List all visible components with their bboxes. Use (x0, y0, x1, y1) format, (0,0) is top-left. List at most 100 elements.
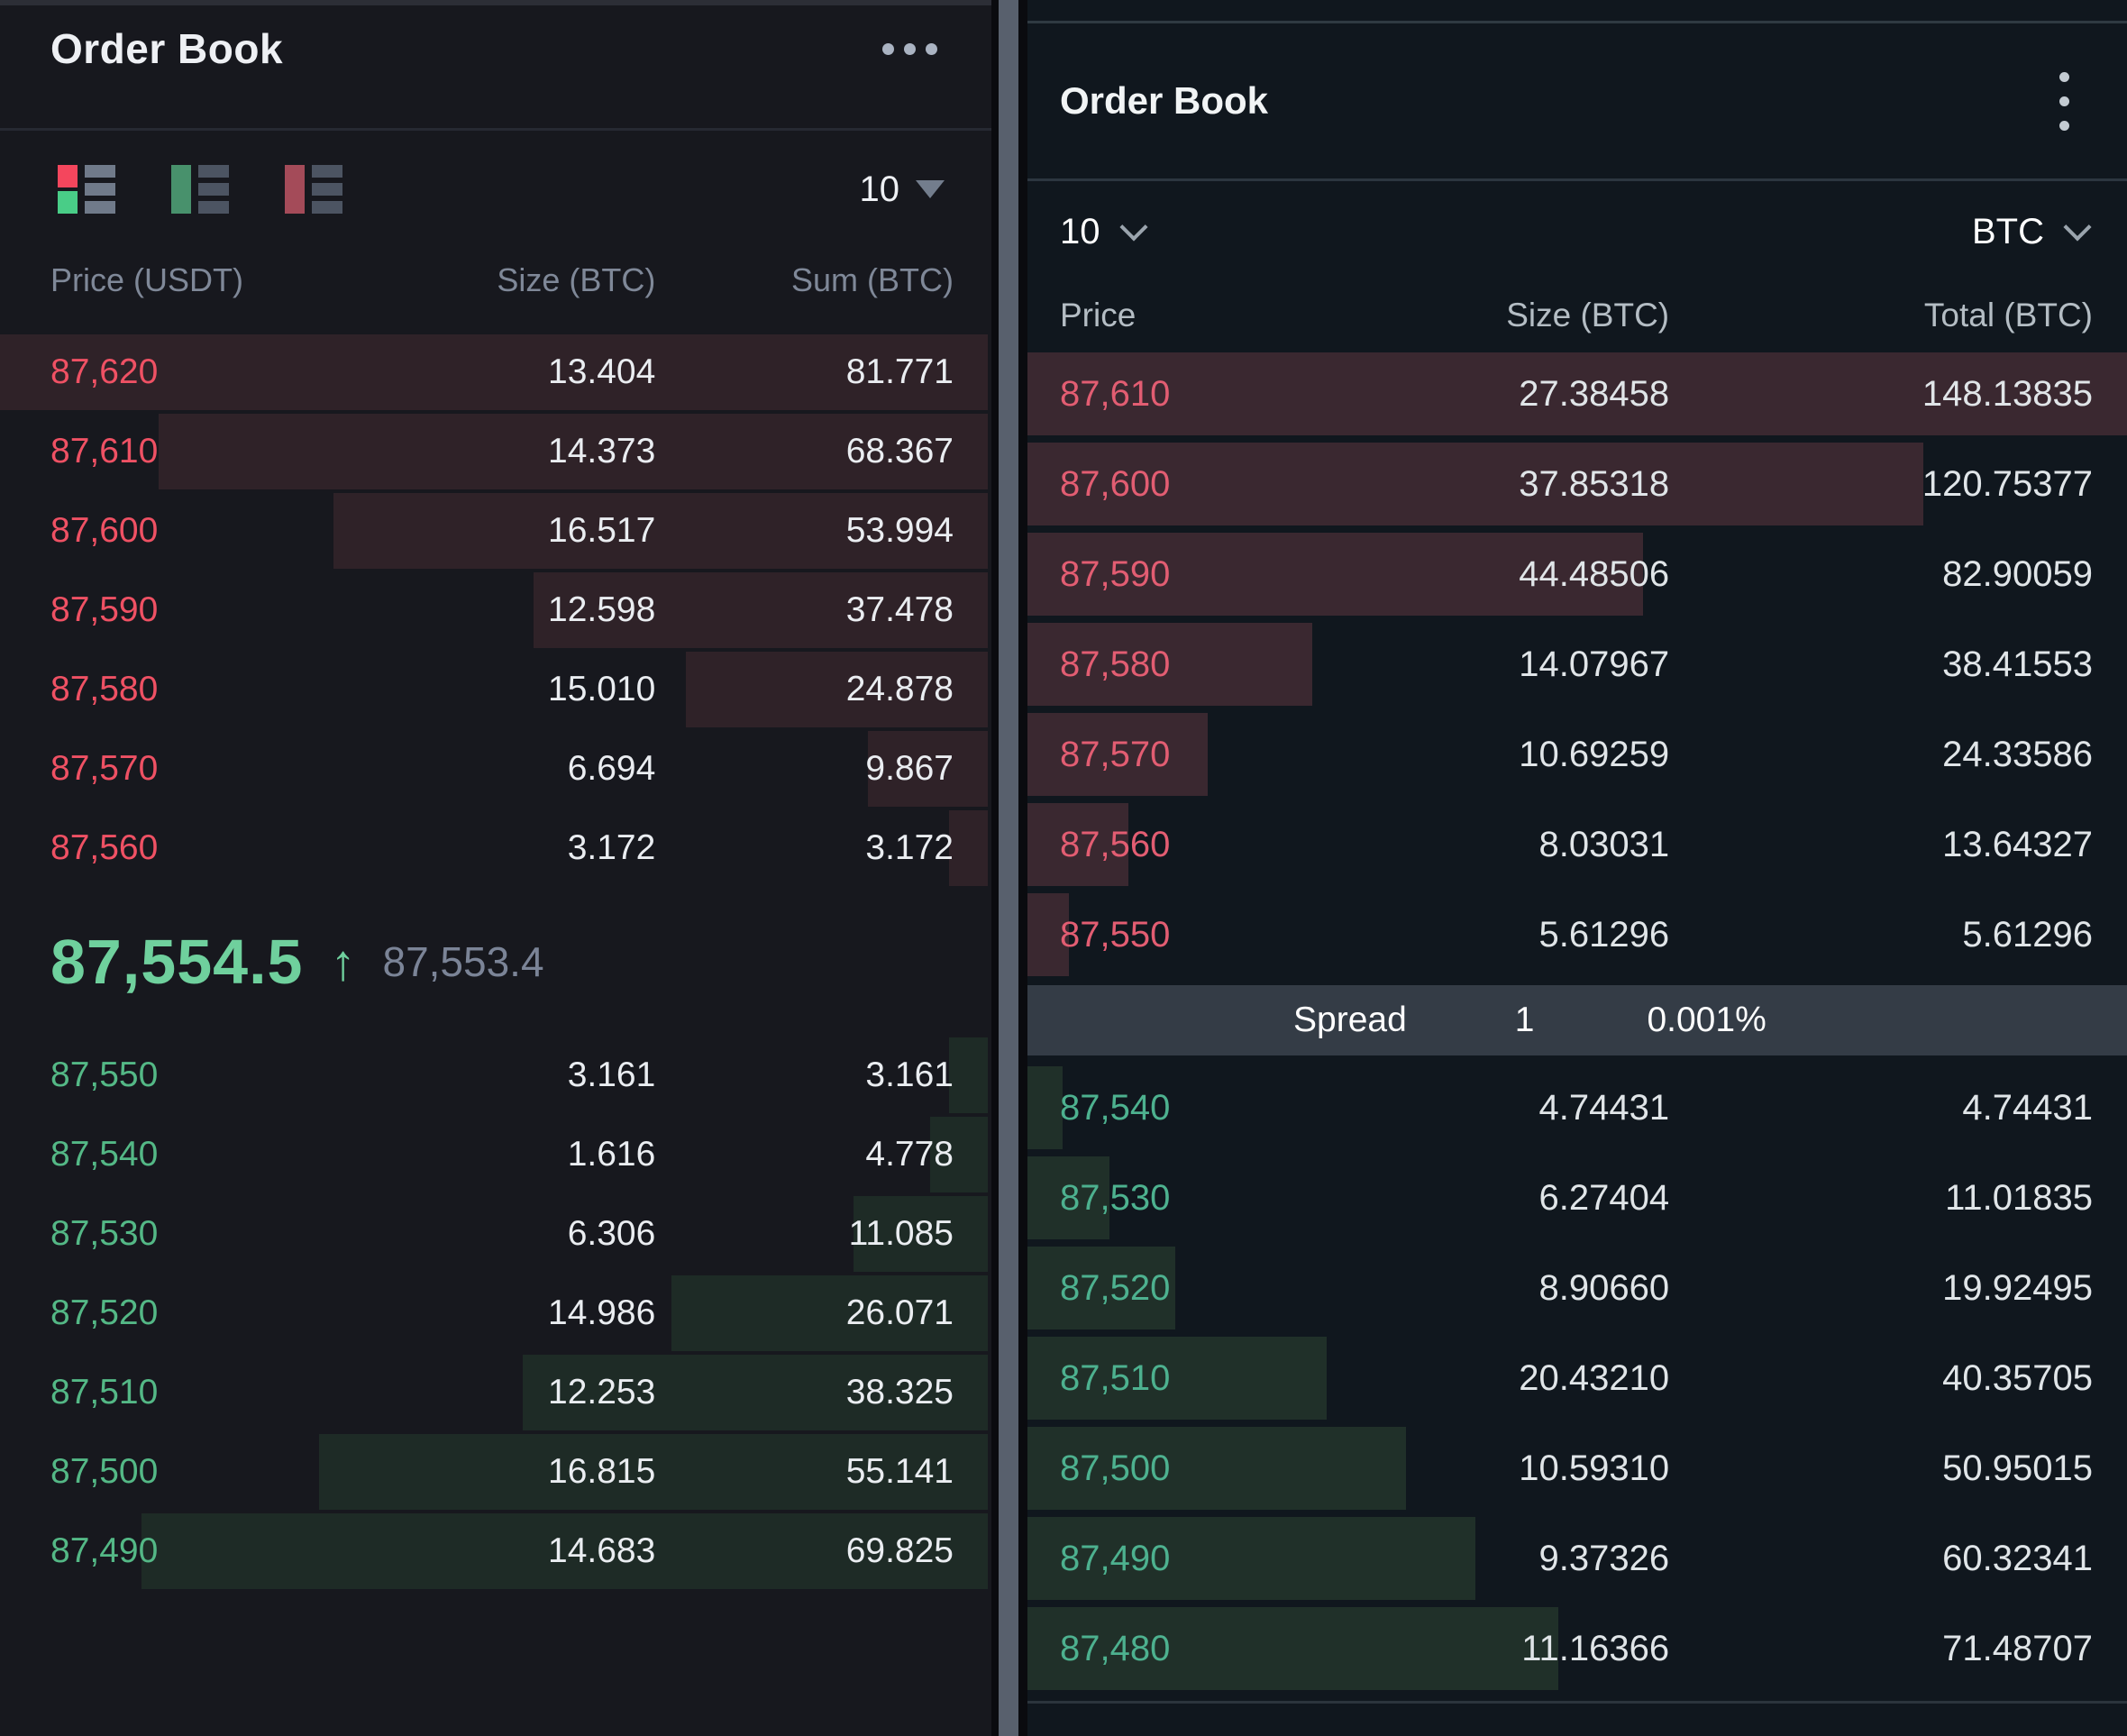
bid-row[interactable]: 87,48011.1636671.48707 (1027, 1604, 2127, 1694)
bid-row[interactable]: 87,5306.2740411.01835 (1027, 1153, 2127, 1243)
ask-row[interactable]: 87,59044.4850682.90059 (1027, 529, 2127, 619)
last-price-block[interactable]: 87,554.5 ↑ 87,553.4 (0, 888, 991, 1036)
price-cell: 87,490 (50, 1531, 358, 1571)
bids-view-bars (198, 165, 229, 214)
size-cell: 3.161 (358, 1055, 656, 1095)
price-column-header: Price (USDT) (50, 261, 358, 299)
ask-row[interactable]: 87,61027.38458148.13835 (1027, 349, 2127, 439)
price-cell: 87,590 (50, 590, 358, 630)
trading-order-books: Order Book 10 Price (USDT) (0, 0, 2127, 1736)
price-cell: 87,480 (1060, 1629, 1370, 1669)
bid-row[interactable]: 87,5401.6164.778 (0, 1115, 991, 1194)
bid-row[interactable]: 87,50016.81555.141 (0, 1432, 991, 1512)
ask-row[interactable]: 87,58014.0796738.41553 (1027, 619, 2127, 709)
price-cell: 87,540 (50, 1135, 358, 1174)
sum-cell: 81.771 (655, 352, 954, 392)
size-column-header: Size (BTC) (358, 261, 656, 299)
depth-level-dropdown[interactable]: 10 (1060, 212, 1144, 252)
sum-cell: 148.13835 (1669, 374, 2093, 415)
price-cell: 87,500 (50, 1452, 358, 1492)
price-cell: 87,580 (1060, 644, 1370, 685)
ask-row[interactable]: 87,5603.1723.172 (0, 809, 991, 888)
left-panel-header: Order Book (0, 5, 991, 128)
ask-row[interactable]: 87,61014.37368.367 (0, 412, 991, 491)
price-cell: 87,620 (50, 352, 358, 392)
ask-row[interactable]: 87,5505.612965.61296 (1027, 890, 2127, 980)
sum-cell: 55.141 (655, 1452, 954, 1492)
left-panel-toolbar: 10 (0, 131, 991, 248)
size-cell: 16.815 (358, 1452, 656, 1492)
mark-price: 87,553.4 (382, 937, 543, 986)
price-cell: 87,600 (1060, 464, 1370, 505)
book-asks-only-view-icon[interactable] (285, 165, 330, 214)
ask-row[interactable]: 87,5706.6949.867 (0, 729, 991, 809)
ellipsis-vertical-icon[interactable] (2059, 72, 2069, 131)
chevron-down-icon (1119, 213, 1147, 241)
sum-cell: 69.825 (655, 1531, 954, 1571)
right-panel-top-divider (1027, 0, 2127, 23)
price-cell: 87,510 (1060, 1358, 1370, 1399)
price-cell: 87,530 (1060, 1178, 1370, 1219)
size-cell: 8.90660 (1370, 1268, 1669, 1309)
ask-row[interactable]: 87,58015.01024.878 (0, 650, 991, 729)
vertical-scrollbar[interactable] (999, 0, 1018, 1736)
bid-row[interactable]: 87,5404.744314.74431 (1027, 1063, 2127, 1153)
bid-row[interactable]: 87,50010.5931050.95015 (1027, 1423, 2127, 1513)
size-cell: 12.598 (358, 590, 656, 630)
ask-row[interactable]: 87,57010.6925924.33586 (1027, 709, 2127, 799)
spread-label: Spread (1293, 1000, 1407, 1040)
bid-row[interactable]: 87,5503.1613.161 (0, 1036, 991, 1115)
size-cell: 14.683 (358, 1531, 656, 1571)
size-cell: 27.38458 (1370, 374, 1669, 415)
asset-unit-dropdown[interactable]: BTC (1972, 212, 2087, 252)
asks-view-bars (312, 165, 342, 214)
asks-view-color-column (285, 165, 305, 214)
size-cell: 10.59310 (1370, 1448, 1669, 1489)
both-view-bars (85, 165, 115, 214)
price-cell: 87,560 (1060, 825, 1370, 865)
book-bids-only-view-icon[interactable] (171, 165, 216, 214)
price-cell: 87,570 (50, 749, 358, 789)
price-cell: 87,550 (50, 1055, 358, 1095)
sum-cell: 37.478 (655, 590, 954, 630)
bid-row[interactable]: 87,5208.9066019.92495 (1027, 1243, 2127, 1333)
size-cell: 10.69259 (1370, 735, 1669, 775)
bid-row[interactable]: 87,49014.68369.825 (0, 1512, 991, 1591)
ask-row[interactable]: 87,59012.59837.478 (0, 571, 991, 650)
size-cell: 16.517 (358, 511, 656, 551)
size-cell: 15.010 (358, 670, 656, 709)
bid-row[interactable]: 87,51020.4321040.35705 (1027, 1333, 2127, 1423)
ask-row[interactable]: 87,62013.40481.771 (0, 333, 991, 412)
ellipsis-horizontal-icon[interactable] (882, 43, 937, 55)
bids-view-color-column (171, 165, 191, 214)
order-book-panel-left: Order Book 10 Price (USDT) (0, 0, 991, 1736)
bid-row[interactable]: 87,4909.3732660.32341 (1027, 1513, 2127, 1604)
bid-row[interactable]: 87,52014.98626.071 (0, 1274, 991, 1353)
spread-row: Spread 1 0.001% (1027, 985, 2127, 1055)
price-cell: 87,500 (1060, 1448, 1370, 1489)
ask-row[interactable]: 87,5608.0303113.64327 (1027, 799, 2127, 890)
size-cell: 6.306 (358, 1214, 656, 1254)
depth-level-dropdown[interactable]: 10 (860, 169, 945, 210)
size-cell: 4.74431 (1370, 1088, 1669, 1128)
chevron-down-icon (2063, 213, 2091, 241)
spread-percent: 0.001% (1647, 1000, 1766, 1040)
ask-row[interactable]: 87,60037.85318120.75377 (1027, 439, 2127, 529)
left-asks-list: 87,62013.40481.77187,61014.37368.36787,6… (0, 333, 991, 888)
sum-cell: 24.878 (655, 670, 954, 709)
sum-cell: 4.778 (655, 1135, 954, 1174)
bid-row[interactable]: 87,5306.30611.085 (0, 1194, 991, 1274)
order-book-panel-right: Order Book 10 BTC Price Size (BTC) Total… (1027, 0, 2127, 1736)
bid-row[interactable]: 87,51012.25338.325 (0, 1353, 991, 1432)
sum-cell: 11.01835 (1669, 1178, 2093, 1219)
sum-cell: 38.325 (655, 1373, 954, 1412)
size-cell: 14.373 (358, 432, 656, 471)
sum-column-header: Sum (BTC) (655, 261, 954, 299)
size-cell: 11.16366 (1370, 1629, 1669, 1669)
depth-level-value: 10 (860, 169, 900, 210)
right-bids-list: 87,5404.744314.7443187,5306.2740411.0183… (1027, 1063, 2127, 1694)
ask-row[interactable]: 87,60016.51753.994 (0, 491, 991, 571)
book-both-sides-view-icon[interactable] (58, 165, 103, 214)
sum-cell: 13.64327 (1669, 825, 2093, 865)
price-cell: 87,490 (1060, 1539, 1370, 1579)
